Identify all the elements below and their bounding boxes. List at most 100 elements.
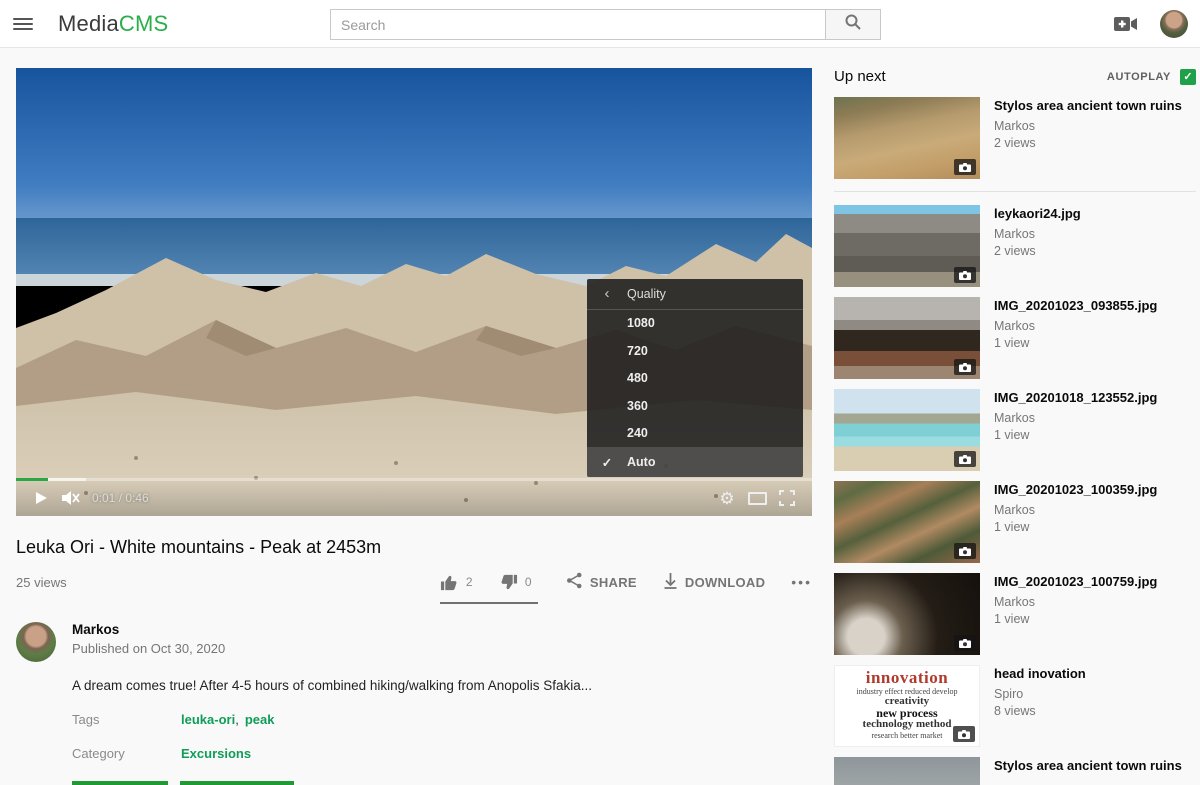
- quality-menu-header[interactable]: ‹ Quality: [587, 279, 803, 310]
- like-count: 2: [466, 575, 473, 589]
- item-title: Stylos area ancient town ruins: [994, 758, 1182, 773]
- item-thumbnail[interactable]: [834, 205, 980, 287]
- item-views: 1 view: [994, 612, 1157, 626]
- up-next-sidebar: Up next AUTOPLAY ✓ Stylos area ancient t…: [834, 68, 1196, 785]
- time-display: 0:01 / 0:46: [92, 491, 149, 505]
- up-next-item[interactable]: leykaori24.jpg Markos 2 views: [834, 205, 1196, 287]
- quality-option-240[interactable]: 240: [587, 420, 803, 448]
- item-author: Spiro: [994, 687, 1086, 701]
- search-button[interactable]: [825, 9, 881, 40]
- published-date: Published on Oct 30, 2020: [72, 641, 225, 656]
- share-button[interactable]: SHARE: [566, 572, 637, 592]
- tag-separator: ,: [235, 712, 239, 727]
- video-player[interactable]: ‹ Quality 1080 720 480 360 240 ✓ Auto: [16, 68, 812, 516]
- item-title: IMG_20201023_100359.jpg: [994, 482, 1157, 497]
- quality-menu-title: Quality: [627, 287, 666, 301]
- menu-icon[interactable]: [0, 0, 46, 48]
- item-author: Markos: [994, 119, 1182, 133]
- item-title: IMG_20201023_100759.jpg: [994, 574, 1157, 589]
- up-next-item[interactable]: IMG_20201018_123552.jpg Markos 1 view: [834, 389, 1196, 471]
- media-description: A dream comes true! After 4-5 hours of c…: [72, 678, 812, 693]
- category-link[interactable]: Excursions: [181, 746, 251, 761]
- download-icon: [663, 572, 678, 592]
- item-thumbnail[interactable]: [834, 97, 980, 179]
- back-icon: ‹: [587, 285, 627, 302]
- meta-row: 25 views 2 0 SHARE: [16, 572, 812, 592]
- item-views: 2 views: [994, 136, 1182, 150]
- like-button[interactable]: 2: [440, 573, 473, 592]
- item-author: Markos: [994, 595, 1157, 609]
- media-buttons: EDIT MEDIA DELETE MEDIA: [72, 781, 812, 785]
- up-next-item[interactable]: IMG_20201023_100759.jpg Markos 1 view: [834, 573, 1196, 655]
- logo-part2: CMS: [119, 11, 169, 36]
- item-thumbnail[interactable]: [834, 389, 980, 471]
- media-title: Leuka Ori - White mountains - Peak at 24…: [16, 537, 812, 558]
- item-thumbnail[interactable]: [834, 481, 980, 563]
- item-thumbnail[interactable]: innovation industry effect reduced devel…: [834, 665, 980, 747]
- dislike-button[interactable]: 0: [499, 573, 532, 592]
- tag-link-peak[interactable]: peak: [245, 712, 275, 727]
- item-views: 8 views: [994, 704, 1086, 718]
- author-avatar[interactable]: [16, 622, 56, 662]
- item-thumbnail[interactable]: [834, 573, 980, 655]
- logo[interactable]: MediaCMS: [58, 11, 168, 37]
- theater-mode-icon[interactable]: [742, 484, 772, 512]
- item-title: leykaori24.jpg: [994, 206, 1081, 221]
- item-thumbnail[interactable]: [834, 757, 980, 785]
- progress-bar[interactable]: [16, 478, 812, 481]
- camera-icon: [954, 451, 976, 467]
- header-actions: [1114, 0, 1188, 48]
- up-next-item[interactable]: IMG_20201023_100359.jpg Markos 1 view: [834, 481, 1196, 563]
- author-row: Markos Published on Oct 30, 2020: [16, 622, 812, 662]
- quality-option-480[interactable]: 480: [587, 365, 803, 393]
- item-author: Markos: [994, 319, 1157, 333]
- top-bar: MediaCMS: [0, 0, 1200, 48]
- autoplay-checkbox[interactable]: ✓: [1180, 69, 1196, 85]
- quality-option-360[interactable]: 360: [587, 392, 803, 420]
- item-views: 1 view: [994, 520, 1157, 534]
- tag-link-leuka-ori[interactable]: leuka-ori: [181, 712, 235, 727]
- play-button[interactable]: [26, 484, 56, 512]
- edit-media-button[interactable]: EDIT MEDIA: [72, 781, 168, 785]
- logo-part1: Media: [58, 11, 119, 36]
- autoplay-control: AUTOPLAY ✓: [1107, 69, 1196, 85]
- media-column: ‹ Quality 1080 720 480 360 240 ✓ Auto: [16, 68, 812, 785]
- check-icon: ✓: [587, 455, 627, 470]
- camera-icon: [954, 267, 976, 283]
- search-input[interactable]: [330, 9, 825, 40]
- dislike-count: 0: [525, 575, 532, 589]
- camera-icon: [954, 543, 976, 559]
- camera-icon: [953, 726, 975, 742]
- share-icon: [566, 572, 583, 592]
- view-count: 25 views: [16, 575, 67, 590]
- page-content: ‹ Quality 1080 720 480 360 240 ✓ Auto: [0, 48, 1200, 785]
- up-next-item[interactable]: IMG_20201023_093855.jpg Markos 1 view: [834, 297, 1196, 379]
- item-author: Markos: [994, 503, 1157, 517]
- author-name[interactable]: Markos: [72, 622, 225, 637]
- quality-option-auto[interactable]: ✓ Auto: [587, 447, 803, 477]
- quality-menu: ‹ Quality 1080 720 480 360 240 ✓ Auto: [587, 279, 803, 478]
- mute-icon[interactable]: [56, 484, 86, 512]
- user-avatar[interactable]: [1160, 10, 1188, 38]
- download-button[interactable]: DOWNLOAD: [663, 572, 765, 592]
- sidebar-header: Up next AUTOPLAY ✓: [834, 68, 1196, 85]
- up-next-item[interactable]: Stylos area ancient town ruins Markos 2 …: [834, 97, 1196, 179]
- quality-option-1080[interactable]: 1080: [587, 310, 803, 338]
- item-title: IMG_20201018_123552.jpg: [994, 390, 1157, 405]
- tags-row: Tags leuka-ori,peak: [72, 712, 812, 727]
- up-next-item[interactable]: innovation industry effect reduced devel…: [834, 665, 1196, 747]
- quality-option-720[interactable]: 720: [587, 337, 803, 365]
- more-options-icon[interactable]: •••: [791, 574, 812, 590]
- delete-media-button[interactable]: DELETE MEDIA: [180, 781, 295, 785]
- camera-icon: [954, 635, 976, 651]
- item-views: 2 views: [994, 244, 1081, 258]
- item-thumbnail[interactable]: [834, 297, 980, 379]
- up-next-title: Up next: [834, 68, 886, 85]
- upload-video-icon[interactable]: [1114, 16, 1138, 32]
- camera-icon: [954, 159, 976, 175]
- fullscreen-icon[interactable]: [772, 484, 802, 512]
- item-title: head inovation: [994, 666, 1086, 681]
- settings-gear-icon[interactable]: ⚙: [712, 484, 742, 512]
- up-next-item[interactable]: Stylos area ancient town ruins: [834, 757, 1196, 785]
- item-title: IMG_20201023_093855.jpg: [994, 298, 1157, 313]
